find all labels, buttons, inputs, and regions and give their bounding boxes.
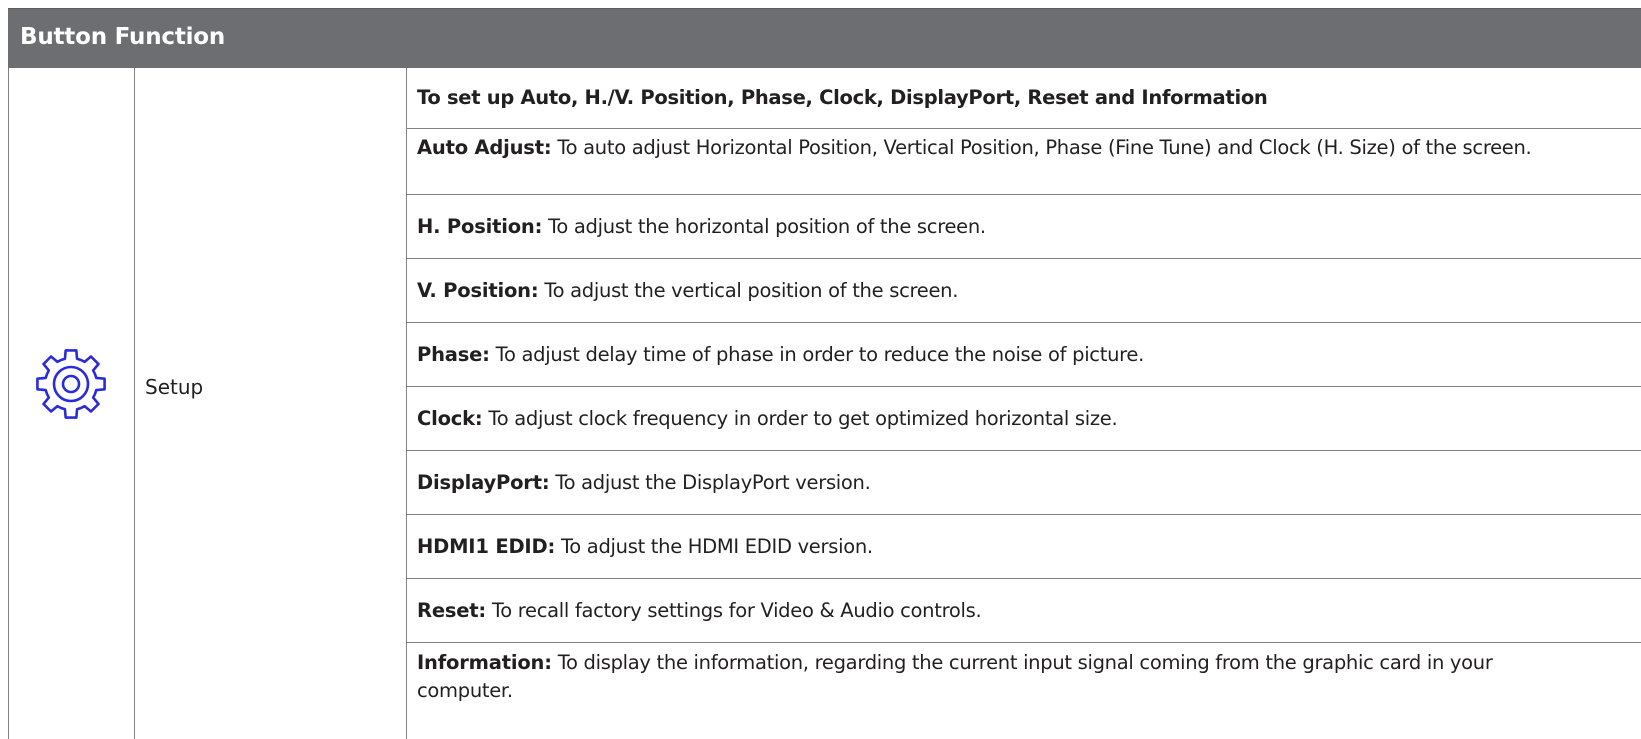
description-term: H. Position: — [417, 215, 543, 238]
description-text: Information: To display the information,… — [417, 649, 1582, 705]
description-text: H. Position: To adjust the horizontal po… — [417, 213, 1582, 241]
table-title-bar: Button Function — [8, 8, 1641, 68]
description-body: To adjust delay time of phase in order t… — [489, 343, 1145, 366]
gear-icon-svg — [36, 349, 106, 419]
description-text: Auto Adjust: To auto adjust Horizontal P… — [417, 134, 1582, 162]
description-term: Clock: — [417, 407, 483, 430]
icon-column — [9, 68, 135, 739]
description-row: Information: To display the information,… — [407, 643, 1641, 739]
description-column: To set up Auto, H./V. Position, Phase, C… — [407, 68, 1641, 739]
description-row: Phase: To adjust delay time of phase in … — [407, 323, 1641, 387]
description-term: HDMI1 EDID: — [417, 535, 556, 558]
button-function-table: Button Function Setup To set up Auto, H.… — [8, 8, 1641, 739]
description-text: HDMI1 EDID: To adjust the HDMI EDID vers… — [417, 533, 1582, 561]
description-row: HDMI1 EDID: To adjust the HDMI EDID vers… — [407, 515, 1641, 579]
function-name-column: Setup — [135, 68, 407, 739]
description-text: V. Position: To adjust the vertical posi… — [417, 277, 1582, 305]
description-heading: To set up Auto, H./V. Position, Phase, C… — [417, 86, 1268, 109]
gear-icon — [33, 346, 109, 422]
description-row: V. Position: To adjust the vertical posi… — [407, 259, 1641, 323]
description-term: V. Position: — [417, 279, 539, 302]
description-row: DisplayPort: To adjust the DisplayPort v… — [407, 451, 1641, 515]
description-row: Auto Adjust: To auto adjust Horizontal P… — [407, 129, 1641, 195]
description-text: Reset: To recall factory settings for Vi… — [417, 597, 1582, 625]
description-text: Clock: To adjust clock frequency in orde… — [417, 405, 1582, 433]
description-body: To display the information, regarding th… — [417, 651, 1493, 702]
description-body: To adjust the DisplayPort version. — [549, 471, 871, 494]
description-term: Reset: — [417, 599, 486, 622]
description-term: Auto Adjust: — [417, 136, 552, 159]
description-body: To recall factory settings for Video & A… — [486, 599, 982, 622]
table-title: Button Function — [20, 24, 226, 50]
description-body: To adjust clock frequency in order to ge… — [482, 407, 1118, 430]
description-body: To adjust the vertical position of the s… — [538, 279, 959, 302]
description-body: To adjust the horizontal position of the… — [542, 215, 986, 238]
description-text: DisplayPort: To adjust the DisplayPort v… — [417, 469, 1582, 497]
description-term: Information: — [417, 651, 552, 674]
description-text: Phase: To adjust delay time of phase in … — [417, 341, 1582, 369]
description-row: Clock: To adjust clock frequency in orde… — [407, 387, 1641, 451]
description-term: Phase: — [417, 343, 490, 366]
description-row: H. Position: To adjust the horizontal po… — [407, 195, 1641, 259]
description-body: To auto adjust Horizontal Position, Vert… — [551, 136, 1532, 159]
description-heading-row: To set up Auto, H./V. Position, Phase, C… — [407, 68, 1641, 129]
description-body: To adjust the HDMI EDID version. — [555, 535, 873, 558]
description-row: Reset: To recall factory settings for Vi… — [407, 579, 1641, 643]
table-body: Setup To set up Auto, H./V. Position, Ph… — [8, 68, 1641, 739]
description-term: DisplayPort: — [417, 471, 550, 494]
function-label: Setup — [145, 375, 204, 399]
